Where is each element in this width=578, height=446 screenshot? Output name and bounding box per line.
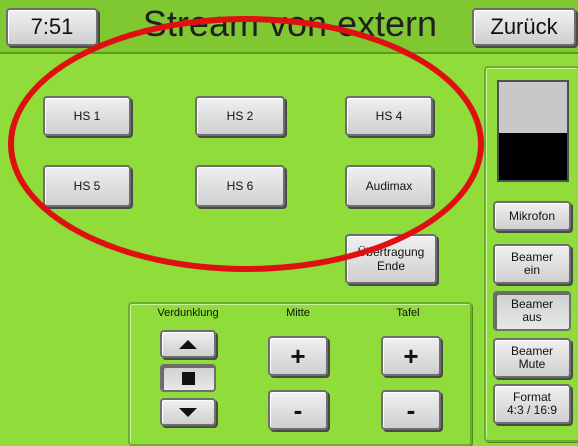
tafel-label: Tafel [396, 307, 420, 319]
beamer-on-button[interactable]: Beamer ein [493, 244, 571, 284]
beamer-off-line2: aus [522, 310, 542, 324]
mikrofon-button[interactable]: Mikrofon [493, 201, 571, 231]
beamer-mute-line2: Mute [518, 357, 546, 371]
room-button-hs1[interactable]: HS 1 [43, 96, 131, 136]
format-line2: 4:3 / 16:9 [506, 403, 558, 417]
plus-icon: + [403, 341, 419, 371]
volume-level-fill [499, 132, 567, 180]
blind-stop-button[interactable] [160, 364, 216, 392]
blind-down-button[interactable] [160, 398, 216, 426]
room-button-label: HS 2 [226, 109, 254, 123]
verdunklung-label: Verdunklung [157, 307, 219, 319]
room-button-label: Audimax [365, 179, 413, 193]
back-button-label: Zurück [490, 14, 558, 39]
clock-time: 7:51 [30, 14, 74, 39]
room-button-label: HS 6 [226, 179, 254, 193]
beamer-off-button[interactable]: Beamer aus [493, 291, 571, 331]
tafel-plus-button[interactable]: + [381, 336, 441, 376]
mitte-plus-button[interactable]: + [268, 336, 328, 376]
blind-up-button[interactable] [160, 330, 216, 358]
room-button-label: HS 4 [375, 109, 403, 123]
end-transmission-line1: Übertragung [357, 245, 425, 259]
page-title: Stream von extern [142, 3, 438, 44]
minus-icon: - [293, 395, 303, 425]
beamer-mute-button[interactable]: Beamer Mute [493, 338, 571, 378]
plus-icon: + [290, 341, 306, 371]
mitte-label: Mitte [286, 307, 310, 319]
volume-level-meter [497, 80, 569, 182]
tafel-minus-button[interactable]: - [381, 390, 441, 430]
room-button-hs6[interactable]: HS 6 [195, 165, 285, 207]
format-button[interactable]: Format 4:3 / 16:9 [493, 384, 571, 424]
room-button-label: HS 5 [73, 179, 101, 193]
arrow-up-icon [179, 339, 197, 349]
clock-button[interactable]: 7:51 [6, 8, 98, 46]
back-button[interactable]: Zurück [472, 8, 576, 46]
mikrofon-label: Mikrofon [508, 209, 555, 223]
arrow-down-icon [179, 407, 197, 417]
minus-icon: - [406, 395, 416, 425]
room-button-label: HS 1 [73, 109, 101, 123]
room-button-hs4[interactable]: HS 4 [345, 96, 433, 136]
mitte-minus-button[interactable]: - [268, 390, 328, 430]
room-button-hs5[interactable]: HS 5 [43, 165, 131, 207]
stop-icon [181, 371, 195, 385]
end-transmission-button[interactable]: Übertragung Ende [345, 234, 437, 284]
end-transmission-line2: Ende [376, 259, 406, 273]
room-button-hs2[interactable]: HS 2 [195, 96, 285, 136]
beamer-on-line2: ein [523, 263, 540, 277]
room-button-audimax[interactable]: Audimax [345, 165, 433, 207]
